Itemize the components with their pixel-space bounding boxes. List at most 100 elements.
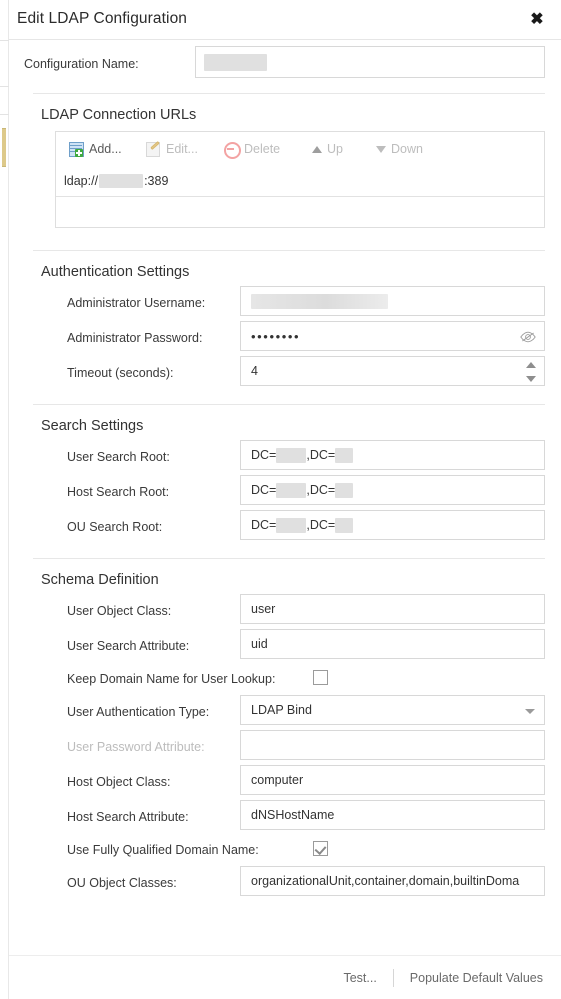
password-masked-value: •••••••• [251, 328, 301, 344]
ou-search-root-row: OU Search Root: DC= ,DC= [55, 510, 545, 545]
dn-prefix: DC= [251, 518, 277, 532]
ldap-url-list-panel: Add... Edit... Delete Up Down ldap://:3… [55, 131, 545, 228]
host-object-class-label: Host Object Class: [67, 775, 171, 789]
ldap-url-toolbar: Add... Edit... Delete Up Down [56, 132, 544, 166]
move-url-up-label: Up [327, 141, 343, 156]
dn-mid: ,DC= [306, 518, 336, 532]
redacted-dc-1 [276, 482, 307, 498]
ou-search-root-input[interactable]: DC= ,DC= [240, 510, 545, 540]
redacted-dc-2 [335, 517, 354, 533]
user-password-attribute-input [240, 730, 545, 760]
timeout-value: 4 [251, 364, 258, 378]
edit-ldap-configuration-dialog: Edit LDAP Configuration ✖ Configuration … [0, 0, 561, 999]
host-search-root-row: Host Search Root: DC= ,DC= [55, 475, 545, 510]
section-title-urls: LDAP Connection URLs [41, 107, 197, 123]
edit-url-label: Edit... [166, 141, 198, 156]
host-search-root-label: Host Search Root: [67, 485, 170, 499]
redacted-dc-1 [276, 447, 307, 463]
arrow-up-icon [311, 141, 322, 157]
keep-domain-name-label: Keep Domain Name for User Lookup: [67, 672, 276, 686]
redacted-dc-1 [276, 517, 307, 533]
use-fqdn-checkbox[interactable] [313, 841, 328, 856]
ldap-connection-urls-section: LDAP Connection URLs Add... Edit... Dele… [33, 94, 545, 228]
footer-separator [392, 969, 394, 987]
dialog-titlebar: Edit LDAP Configuration ✖ [9, 0, 561, 40]
search-settings-section: Search Settings User Search Root: DC= ,DC… [33, 405, 545, 545]
dialog-footer: Test... Populate Default Values [9, 955, 561, 999]
left-strip-rule [0, 114, 9, 115]
add-document-icon [68, 141, 84, 157]
dialog-body: Configuration Name: LDAP Connection URLs… [9, 40, 561, 955]
authentication-settings-section: Authentication Settings Administrator Us… [33, 251, 545, 391]
user-password-attribute-label: User Password Attribute: [67, 740, 205, 754]
chevron-down-icon[interactable] [525, 709, 535, 714]
eye-slash-icon[interactable] [520, 330, 536, 344]
left-edge-strip [0, 0, 9, 999]
timeout-seconds-input[interactable]: 4 [240, 356, 545, 386]
user-search-root-label: User Search Root: [67, 450, 170, 464]
ou-search-root-label: OU Search Root: [67, 520, 163, 534]
user-authentication-type-label: User Authentication Type: [67, 705, 210, 719]
user-search-root-row: User Search Root: DC= ,DC= [55, 440, 545, 475]
keep-domain-name-row: Keep Domain Name for User Lookup: [55, 664, 545, 695]
delete-circle-icon [223, 141, 241, 159]
edit-url-button[interactable]: Edit... [145, 138, 198, 160]
dn-mid: ,DC= [306, 448, 336, 462]
left-strip-rule [0, 40, 9, 41]
close-icon[interactable]: ✖ [527, 10, 547, 30]
add-url-label: Add... [89, 141, 122, 156]
redacted-host [99, 174, 144, 188]
move-url-up-button[interactable]: Up [311, 138, 343, 160]
timeout-seconds-row: Timeout (seconds): 4 [55, 356, 545, 391]
host-object-class-input[interactable]: computer [240, 765, 545, 795]
schema-definition-section: Schema Definition User Object Class: use… [33, 559, 545, 901]
user-search-root-input[interactable]: DC= ,DC= [240, 440, 545, 470]
administrator-password-row: Administrator Password: •••••••• [55, 321, 545, 356]
administrator-username-input[interactable] [240, 286, 545, 316]
configuration-name-label: Configuration Name: [24, 57, 139, 71]
populate-default-values-button[interactable]: Populate Default Values [410, 971, 543, 985]
user-object-class-row: User Object Class: user [55, 594, 545, 629]
page-title: Edit LDAP Configuration [17, 10, 188, 27]
configuration-name-row: Configuration Name: [16, 46, 545, 84]
arrow-down-icon [375, 141, 386, 157]
section-title-schema: Schema Definition [41, 572, 159, 588]
ldap-url-suffix: :389 [144, 174, 169, 188]
user-object-class-input[interactable]: user [240, 594, 545, 624]
add-url-button[interactable]: Add... [68, 138, 122, 160]
move-url-down-label: Down [391, 141, 423, 156]
ou-object-classes-input[interactable]: organizationalUnit,container,domain,buil… [240, 866, 545, 896]
host-object-class-row: Host Object Class: computer [55, 765, 545, 800]
configuration-name-input[interactable] [195, 46, 545, 78]
administrator-password-input[interactable]: •••••••• [240, 321, 545, 351]
dn-prefix: DC= [251, 448, 277, 462]
ldap-url-prefix: ldap:// [64, 174, 99, 188]
dn-prefix: DC= [251, 483, 277, 497]
user-authentication-type-select[interactable]: LDAP Bind [240, 695, 545, 725]
delete-url-label: Delete [244, 141, 281, 156]
left-strip-rule [0, 86, 9, 87]
user-search-attribute-row: User Search Attribute: uid [55, 629, 545, 664]
redacted-dc-2 [335, 482, 354, 498]
selection-accent-bar [2, 128, 6, 167]
delete-url-button[interactable]: Delete [223, 138, 280, 160]
user-authentication-type-row: User Authentication Type: LDAP Bind [55, 695, 545, 730]
host-search-attribute-row: Host Search Attribute: dNSHostName [55, 800, 545, 835]
redacted-value [204, 54, 267, 71]
redacted-dc-2 [335, 447, 354, 463]
administrator-username-row: Administrator Username: [55, 286, 545, 321]
keep-domain-name-checkbox[interactable] [313, 670, 328, 685]
test-button[interactable]: Test... [343, 971, 376, 985]
edit-pencil-icon [145, 141, 161, 157]
spinner-arrows-icon[interactable] [525, 362, 537, 382]
host-search-attribute-input[interactable]: dNSHostName [240, 800, 545, 830]
use-fqdn-label: Use Fully Qualified Domain Name: [67, 843, 259, 857]
host-search-root-input[interactable]: DC= ,DC= [240, 475, 545, 505]
ou-object-classes-label: OU Object Classes: [67, 876, 177, 890]
user-search-attribute-input[interactable]: uid [240, 629, 545, 659]
user-object-class-label: User Object Class: [67, 604, 172, 618]
list-item[interactable]: ldap:// :389 [56, 166, 544, 197]
redacted-value [251, 293, 388, 309]
move-url-down-button[interactable]: Down [375, 138, 423, 160]
host-search-attribute-label: Host Search Attribute: [67, 810, 189, 824]
